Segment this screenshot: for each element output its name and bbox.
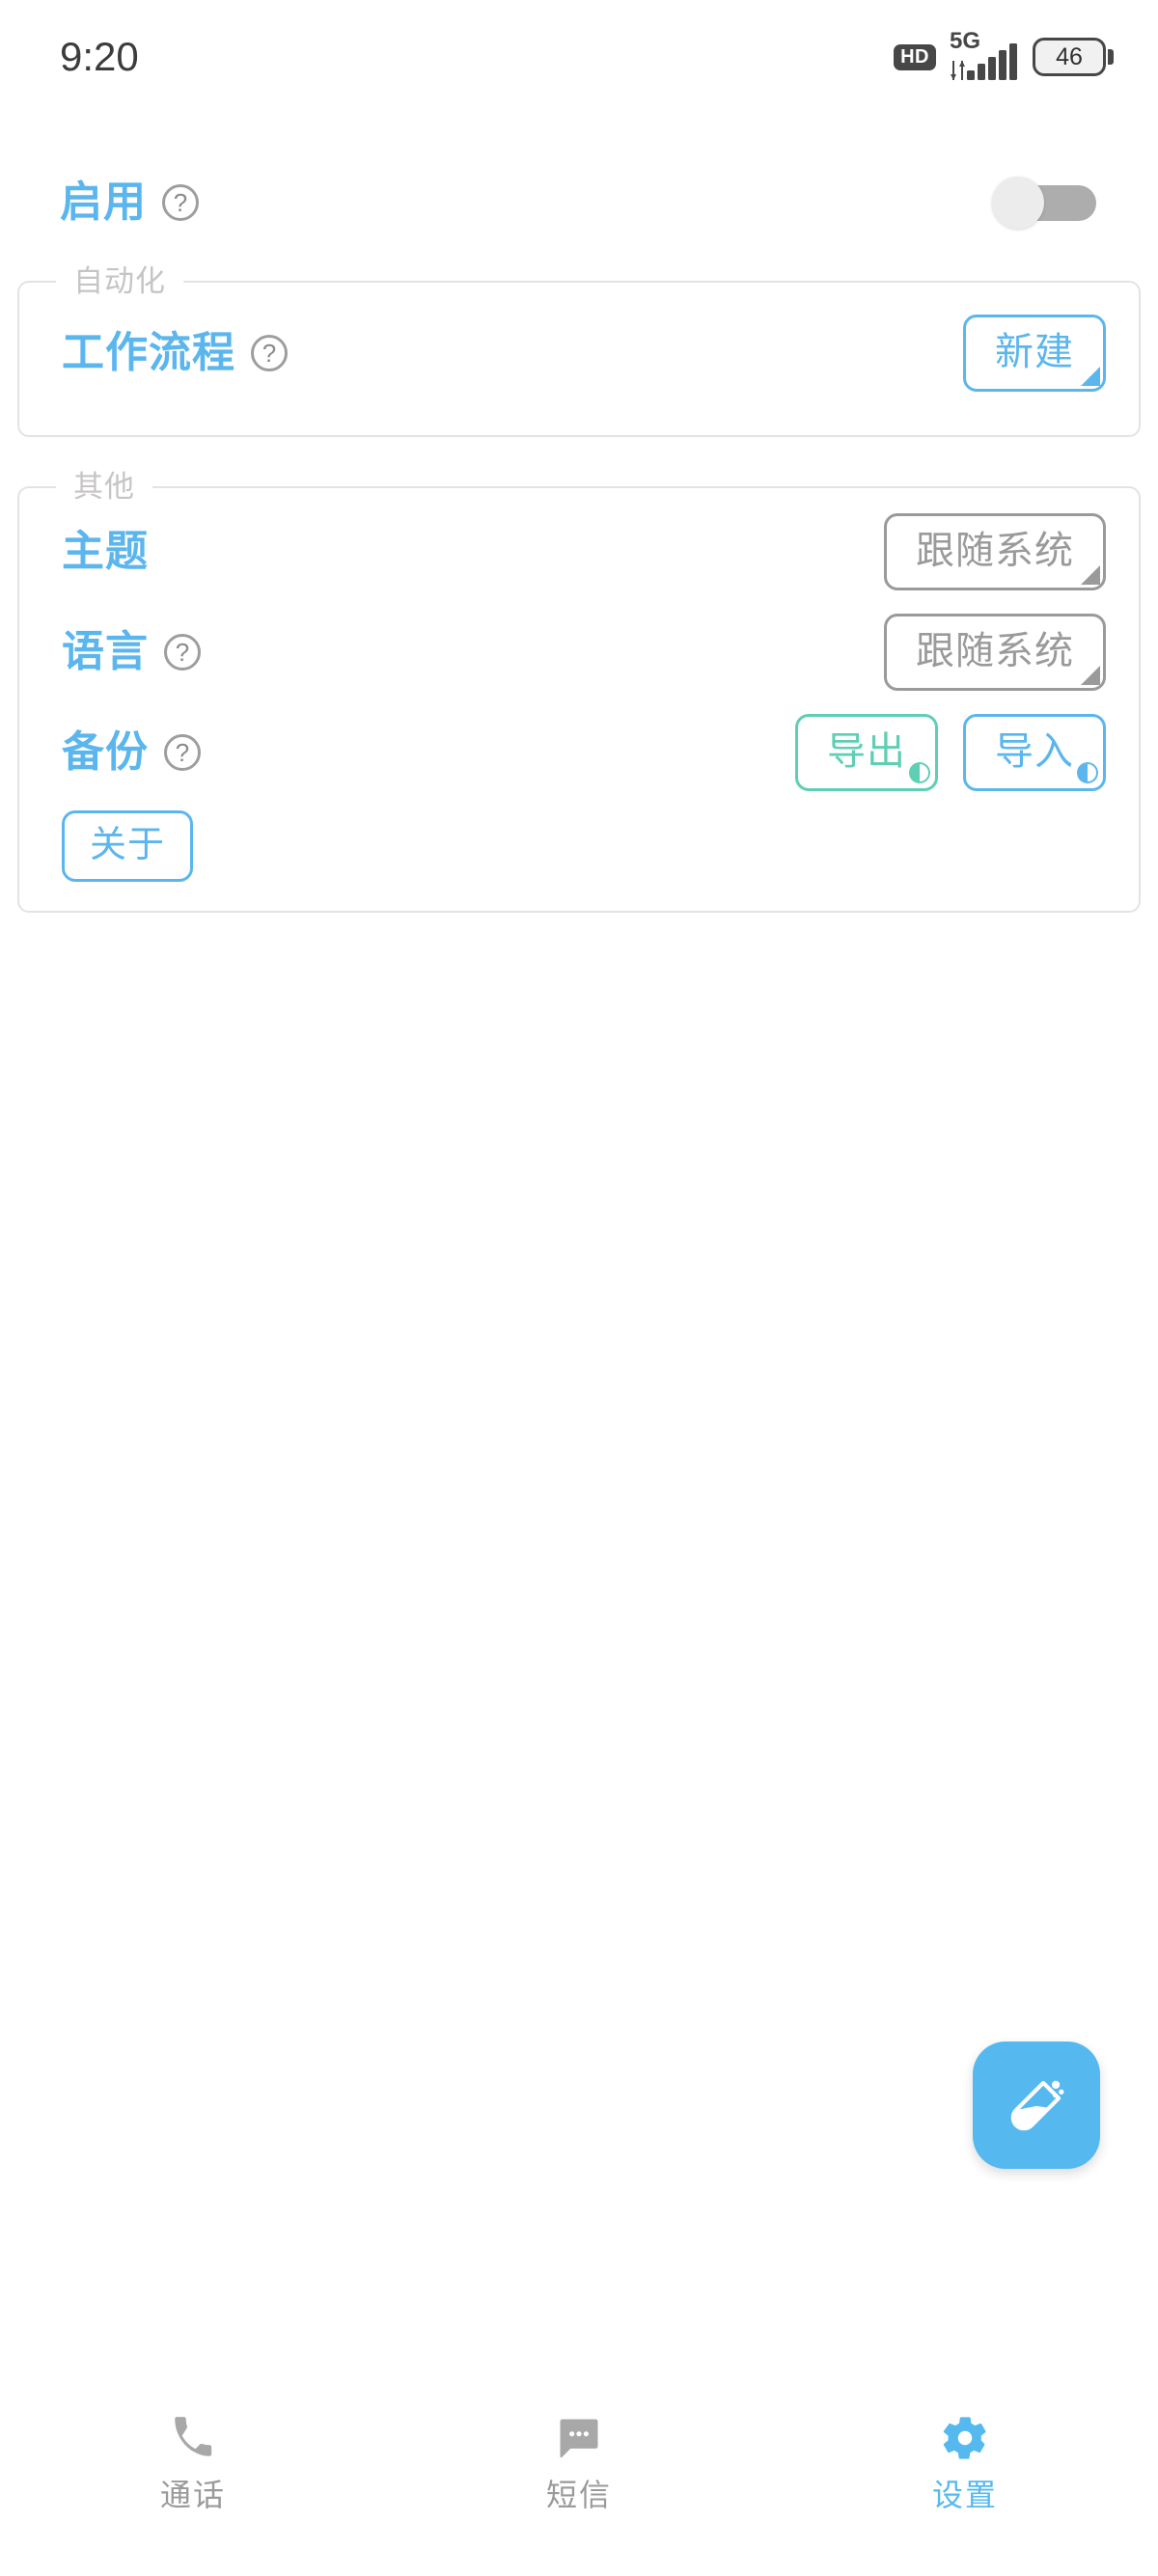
signal-bars-icon — [967, 43, 1017, 80]
message-icon — [554, 2410, 604, 2466]
workflow-row: 工作流程 ? 新建 — [19, 300, 1139, 406]
language-select[interactable]: 跟随系统 — [884, 614, 1106, 691]
other-group: 其他 主题 跟随系统 语言 ? 跟随系统 备份 ? 导出 导入 关于 — [17, 472, 1141, 913]
import-button-label: 导入 — [995, 730, 1074, 773]
theme-select-value: 跟随系统 — [916, 530, 1074, 572]
workflow-label: 工作流程 — [62, 329, 235, 376]
app-screen: 9:20 HD 5G 46 启用 ? 自动化 工作流程 ? 新建 其他 主题 跟… — [0, 0, 1158, 2576]
theme-row: 主题 跟随系统 — [19, 502, 1139, 602]
toggle-thumb — [992, 177, 1044, 229]
theme-select[interactable]: 跟随系统 — [884, 513, 1106, 590]
new-workflow-button-label: 新建 — [995, 331, 1074, 373]
enable-label-group: 启用 ? — [60, 181, 199, 224]
automation-group: 自动化 工作流程 ? 新建 — [17, 266, 1141, 437]
phone-icon — [169, 2410, 217, 2466]
hd-icon: HD — [894, 43, 936, 70]
help-circle-icon[interactable]: ? — [164, 734, 201, 771]
about-button[interactable]: 关于 — [62, 810, 194, 882]
backup-row: 备份 ? 导出 导入 — [19, 702, 1139, 803]
battery-icon: 46 — [1033, 38, 1114, 76]
test-tube-icon — [1010, 2080, 1064, 2131]
workflow-label-group: 工作流程 ? — [62, 332, 288, 374]
bottom-navigation-bar: 通话 短信 设置 — [0, 2393, 1158, 2576]
backup-buttons: 导出 导入 — [795, 714, 1106, 791]
help-circle-icon[interactable]: ? — [251, 335, 288, 371]
dropdown-corner-icon — [1081, 367, 1100, 386]
import-button[interactable]: 导入 — [963, 714, 1106, 791]
status-bar-indicators: HD 5G 46 — [894, 30, 1114, 82]
dropdown-corner-icon — [1081, 565, 1100, 585]
enable-label: 启用 — [60, 178, 147, 226]
theme-label: 主题 — [62, 528, 149, 575]
nav-item-calls-label: 通话 — [159, 2478, 226, 2512]
language-label: 语言 — [62, 628, 149, 675]
status-bar: 9:20 HD 5G 46 — [0, 0, 1158, 114]
new-workflow-button[interactable]: 新建 — [963, 315, 1106, 392]
enable-row: 启用 ? — [17, 151, 1141, 255]
status-bar-clock: 9:20 — [60, 34, 139, 79]
gear-icon — [939, 2410, 991, 2466]
language-label-group: 语言 ? — [62, 631, 201, 673]
settings-content: 启用 ? 自动化 工作流程 ? 新建 其他 主题 跟随系统 语言 ? 跟随系统 … — [0, 114, 1158, 2393]
backup-label: 备份 — [62, 728, 149, 776]
progress-corner-icon — [1077, 762, 1098, 783]
dropdown-corner-icon — [1081, 666, 1100, 685]
export-button-label: 导出 — [827, 730, 906, 773]
help-circle-icon[interactable]: ? — [162, 184, 199, 221]
other-group-legend: 其他 — [73, 470, 135, 504]
nav-item-sms-label: 短信 — [545, 2478, 612, 2512]
automation-group-legend: 自动化 — [73, 264, 166, 298]
progress-corner-icon — [909, 762, 930, 783]
nav-item-calls[interactable]: 通话 — [0, 2410, 386, 2510]
about-button-text: 关于 — [90, 825, 166, 865]
floating-action-button[interactable] — [973, 2042, 1100, 2169]
nav-item-sms[interactable]: 短信 — [386, 2410, 772, 2510]
nav-item-settings-label: 设置 — [931, 2478, 998, 2512]
theme-label-group: 主题 — [62, 531, 149, 573]
nav-item-settings[interactable]: 设置 — [772, 2410, 1158, 2510]
data-transfer-icon — [950, 59, 967, 80]
language-row: 语言 ? 跟随系统 — [19, 602, 1139, 702]
help-circle-icon[interactable]: ? — [164, 634, 201, 671]
export-button[interactable]: 导出 — [795, 714, 938, 791]
enable-toggle-switch[interactable] — [992, 177, 1096, 229]
signal-strength-icon: 5G — [950, 30, 1019, 82]
language-select-value: 跟随系统 — [916, 630, 1074, 672]
about-row: 关于 — [19, 803, 1139, 882]
battery-percent-label: 46 — [1056, 42, 1083, 70]
backup-label-group: 备份 ? — [62, 731, 201, 774]
